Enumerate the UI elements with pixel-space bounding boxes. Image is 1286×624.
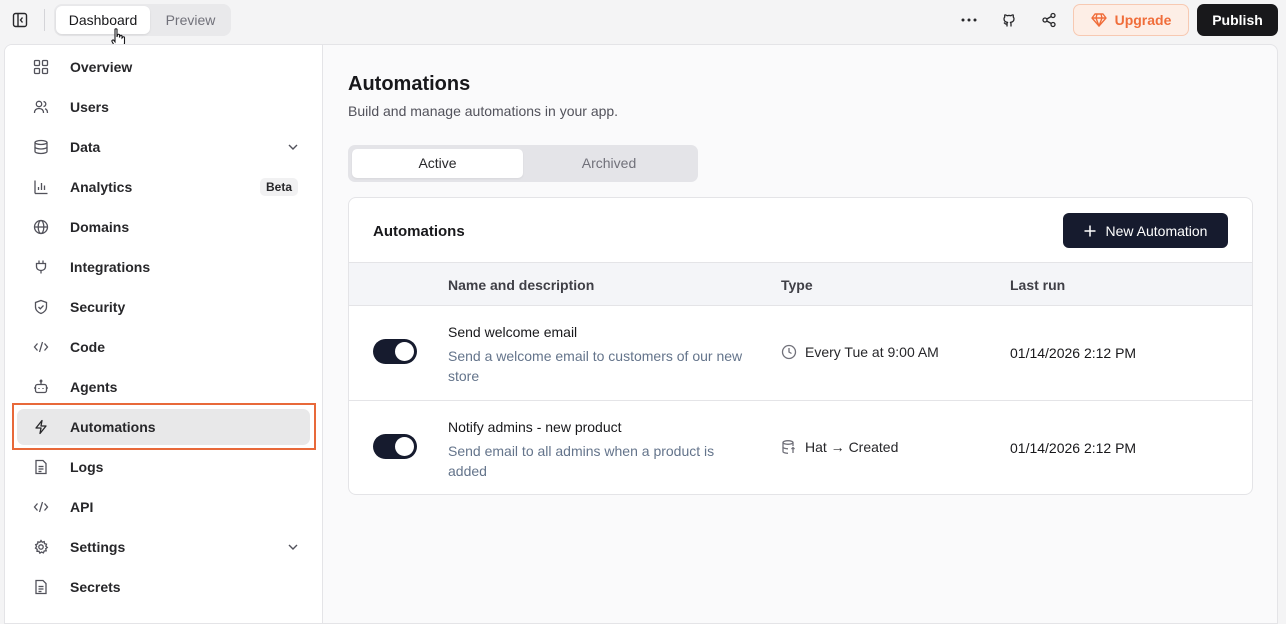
table-header: Name and description Type Last run: [349, 262, 1252, 306]
database-icon: [34, 139, 48, 155]
sidebar-item-analytics[interactable]: Analytics Beta: [17, 169, 310, 205]
table-row[interactable]: Send welcome email Send a welcome email …: [349, 306, 1252, 401]
beta-badge: Beta: [259, 178, 298, 196]
automation-last-run: 01/14/2026 2:12 PM: [1010, 440, 1137, 456]
automation-description: Send email to all admins when a product …: [448, 443, 715, 479]
column-header-type: Type: [781, 277, 813, 293]
sidebar-item-data[interactable]: Data: [17, 129, 310, 165]
new-automation-label: New Automation: [1105, 222, 1208, 239]
card-title: Automations: [373, 223, 465, 240]
automation-name: Notify admins - new product: [448, 419, 622, 435]
page-subtitle: Build and manage automations in your app…: [348, 103, 619, 119]
bot-icon: [34, 379, 48, 394]
page-title: Automations: [348, 73, 471, 95]
sidebar-item-label: Logs: [70, 459, 104, 475]
divider: [44, 9, 45, 31]
sidebar-item-label: Settings: [70, 539, 126, 555]
tab-preview[interactable]: Preview: [152, 6, 229, 34]
code-icon: [33, 341, 49, 353]
sidebar-item-label: Analytics: [70, 179, 133, 195]
sidebar-item-agents[interactable]: Agents: [17, 369, 310, 405]
users-icon: [33, 100, 49, 114]
automation-description: Send a welcome email to customers of our…: [448, 348, 743, 384]
sidebar-item-overview[interactable]: Overview: [17, 49, 310, 85]
toggle-knob: [395, 342, 414, 361]
new-automation-button[interactable]: New Automation: [1063, 213, 1228, 248]
app-shell: Overview Users Data Analytics Beta Domai…: [4, 44, 1278, 624]
sidebar-item-secrets[interactable]: Secrets: [17, 569, 310, 605]
shield-icon: [34, 299, 48, 315]
sidebar-item-label: Integrations: [70, 259, 151, 275]
enabled-toggle[interactable]: [373, 434, 417, 459]
table-row[interactable]: Notify admins - new product Send email t…: [349, 401, 1252, 494]
sidebar-item-domains[interactable]: Domains: [17, 209, 310, 245]
toggle-knob: [395, 437, 414, 456]
sidebar-item-code[interactable]: Code: [17, 329, 310, 365]
top-bar: Dashboard Preview Upgrade Publish: [0, 0, 1286, 50]
selection-highlight: [12, 403, 316, 450]
bar-chart-icon: [34, 180, 48, 195]
sidebar-item-label: Code: [70, 339, 105, 355]
tab-archived[interactable]: Archived: [524, 149, 694, 178]
upgrade-label: Upgrade: [1114, 12, 1172, 28]
database-event-icon: [782, 440, 795, 454]
code-icon: [33, 501, 49, 513]
automation-type-label: Every Tue at 9:00 AM: [805, 344, 939, 360]
sidebar-item-logs[interactable]: Logs: [17, 449, 310, 485]
share-button[interactable]: [1038, 10, 1060, 30]
file-text-icon: [35, 579, 47, 595]
sidebar-toggle-icon: [12, 12, 28, 28]
automation-type-label: Hat → Created: [805, 439, 899, 455]
chevron-down-icon: [288, 144, 298, 150]
tab-active[interactable]: Active: [352, 149, 523, 178]
gear-icon: [34, 539, 49, 555]
upgrade-button[interactable]: Upgrade: [1073, 4, 1189, 36]
enabled-toggle[interactable]: [373, 339, 417, 364]
sidebar-item-settings[interactable]: Settings: [17, 529, 310, 565]
diamond-icon: [1090, 13, 1107, 27]
globe-icon: [33, 219, 49, 235]
status-tabs: Active Archived: [348, 145, 698, 182]
github-button[interactable]: [998, 10, 1020, 30]
sidebar-item-label: Secrets: [70, 579, 121, 595]
github-icon: [1003, 14, 1015, 27]
automation-type: Hat → Created: [781, 439, 898, 455]
sidebar-item-users[interactable]: Users: [17, 89, 310, 125]
toggle-sidebar-button[interactable]: [10, 10, 30, 30]
sidebar-item-security[interactable]: Security: [17, 289, 310, 325]
automations-card: Automations New Automation Name and desc…: [348, 197, 1253, 495]
share-icon: [1042, 12, 1056, 28]
sidebar-item-label: Agents: [70, 379, 118, 395]
sidebar-item-label: Data: [70, 139, 101, 155]
plug-icon: [35, 260, 47, 274]
automation-name: Send welcome email: [448, 324, 578, 340]
sidebar-item-api[interactable]: API: [17, 489, 310, 525]
more-options-button[interactable]: [958, 10, 980, 30]
column-header-name: Name and description: [448, 277, 595, 293]
automation-type: Every Tue at 9:00 AM: [781, 344, 939, 360]
publish-button[interactable]: Publish: [1197, 4, 1278, 36]
sidebar-item-label: API: [70, 499, 94, 515]
clock-icon: [781, 344, 797, 360]
main-content: Automations Build and manage automations…: [324, 45, 1277, 623]
sidebar: Overview Users Data Analytics Beta Domai…: [5, 45, 323, 623]
sidebar-item-label: Users: [70, 99, 109, 115]
file-text-icon: [35, 459, 47, 475]
tab-dashboard[interactable]: Dashboard: [56, 6, 150, 34]
sidebar-item-label: Domains: [70, 219, 130, 235]
more-horizontal-icon: [961, 18, 977, 22]
chevron-down-icon: [288, 544, 298, 550]
sidebar-item-integrations[interactable]: Integrations: [17, 249, 310, 285]
sidebar-item-label: Security: [70, 299, 126, 315]
automation-last-run: 01/14/2026 2:12 PM: [1010, 345, 1137, 361]
sidebar-item-label: Overview: [70, 59, 133, 75]
mode-switch: Dashboard Preview: [54, 4, 231, 36]
grid-icon: [33, 59, 49, 75]
plus-icon: [1084, 225, 1096, 236]
column-header-last-run: Last run: [1010, 277, 1066, 293]
